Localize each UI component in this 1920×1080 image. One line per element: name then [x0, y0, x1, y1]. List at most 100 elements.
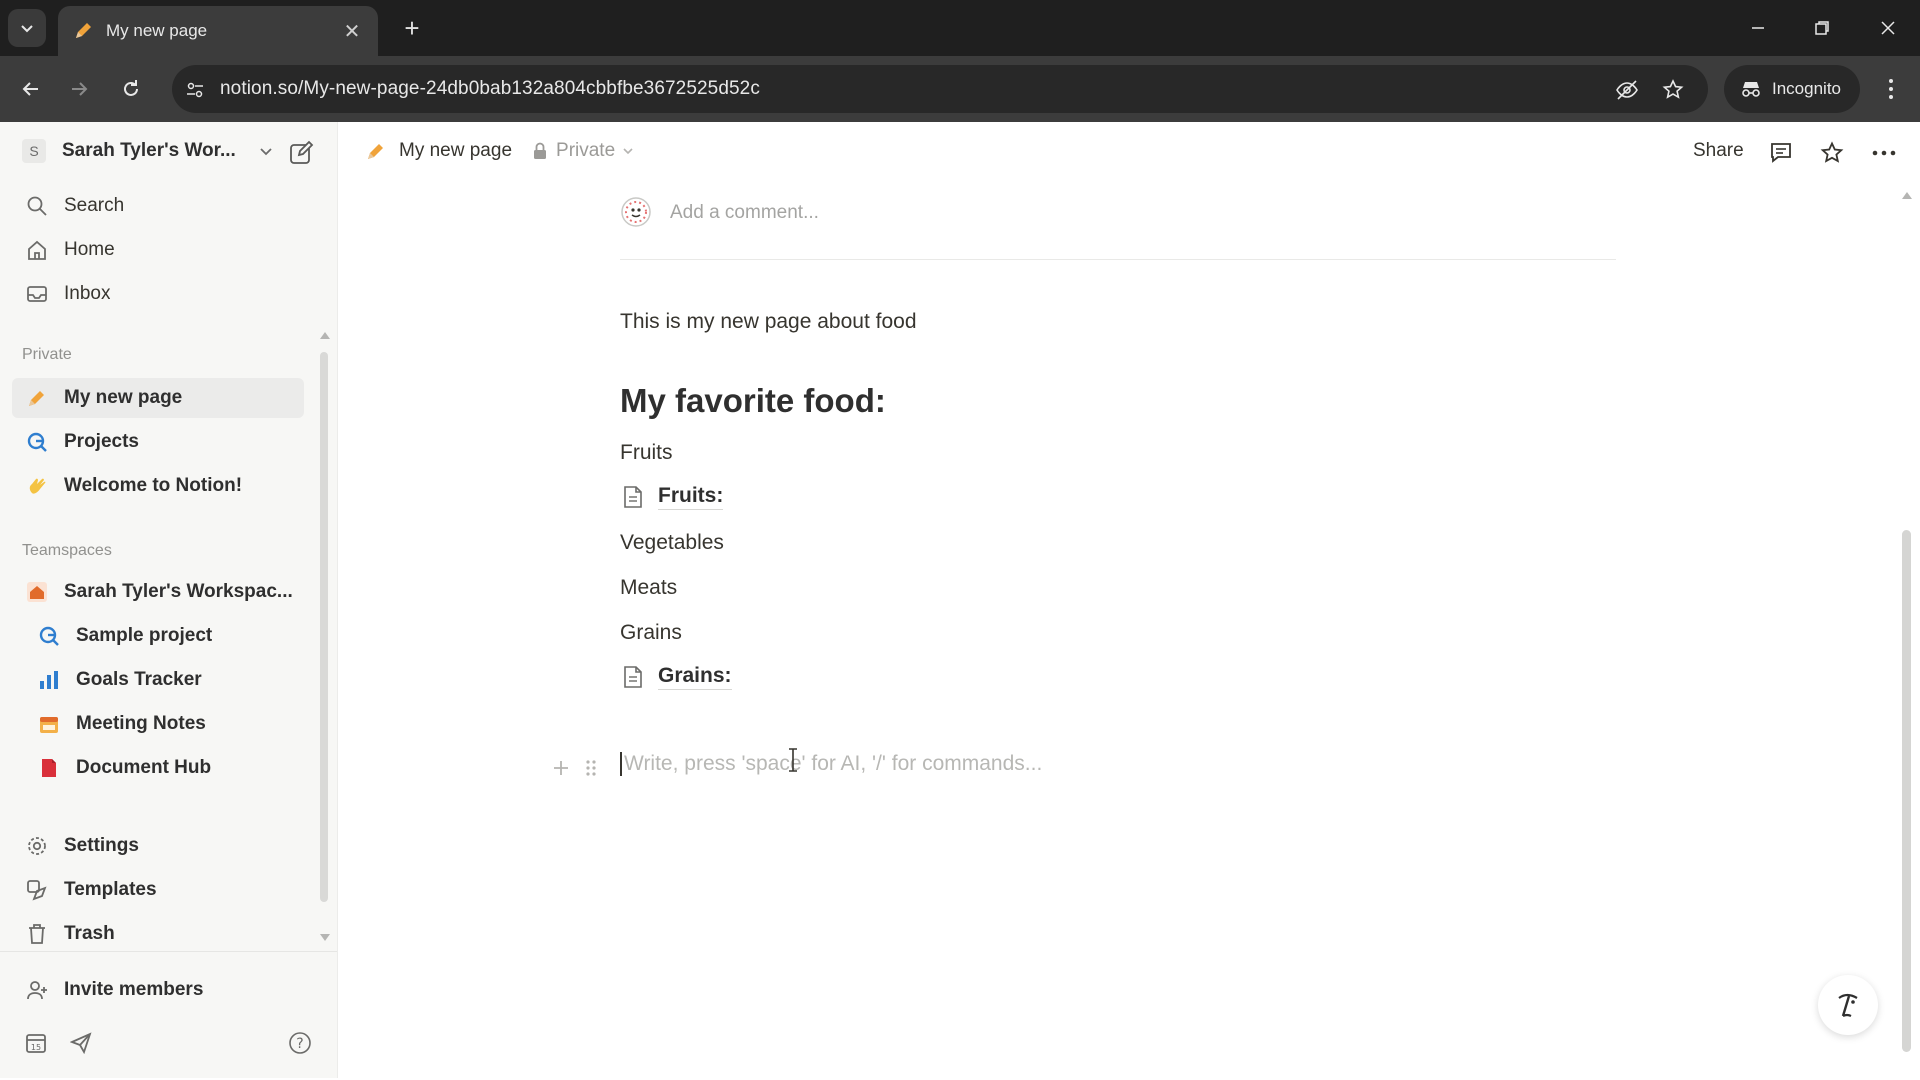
page-scroll-up[interactable]	[1902, 192, 1912, 199]
back-button[interactable]	[14, 72, 48, 106]
page-scrollbar[interactable]	[1902, 530, 1911, 1052]
more-horizontal-icon	[1872, 150, 1896, 156]
sidebar-item-home[interactable]: Home	[12, 230, 304, 270]
page-link-title: Fruits:	[658, 484, 724, 510]
text-block-meats[interactable]: Meats	[620, 576, 677, 600]
comment-input-placeholder[interactable]: Add a comment...	[670, 202, 819, 224]
close-window-button[interactable]	[1870, 10, 1906, 46]
empty-text-block[interactable]: Write, press 'space' for AI, '/' for com…	[620, 752, 1042, 776]
more-vertical-icon	[1889, 79, 1893, 99]
incognito-button[interactable]: Incognito	[1724, 65, 1860, 113]
restore-button[interactable]	[1804, 10, 1840, 46]
browser-tab-bar: My new page ✕ +	[0, 0, 1920, 56]
sidebar-item-inbox[interactable]: Inbox	[12, 274, 304, 314]
sidebar-item-label: Sarah Tyler's Workspac...	[64, 581, 293, 602]
more-options-button[interactable]	[1869, 138, 1899, 168]
browser-tab[interactable]: My new page ✕	[58, 6, 378, 56]
forward-button[interactable]	[62, 72, 96, 106]
browser-menu-button[interactable]	[1876, 72, 1906, 106]
notion-ai-button[interactable]	[1818, 975, 1878, 1035]
sidebar-item-sample-project[interactable]: Sample project	[12, 616, 304, 656]
new-tab-button[interactable]: +	[396, 12, 428, 44]
mail-app-button[interactable]	[66, 1028, 96, 1058]
user-avatar-icon	[621, 197, 651, 227]
intro-paragraph[interactable]: This is my new page about food	[620, 310, 917, 334]
wave-emoji-icon	[24, 473, 50, 499]
sidebar-item-label: Inbox	[64, 283, 111, 304]
drag-handle-icon	[586, 760, 596, 776]
workspace-avatar: S	[22, 139, 46, 163]
chevron-down-icon	[260, 148, 272, 156]
sidebar-item-label: My new page	[64, 387, 183, 408]
reload-button[interactable]	[114, 72, 148, 106]
text-block-grains[interactable]: Grains	[620, 621, 682, 645]
site-info-icon[interactable]	[182, 77, 208, 103]
page-icon	[620, 664, 646, 690]
pencil-emoji-icon	[368, 144, 383, 159]
sidebar-item-templates[interactable]: Templates	[12, 870, 304, 910]
privacy-label: Private	[556, 140, 616, 161]
tab-search-button[interactable]	[8, 9, 46, 47]
sidebar-divider	[0, 951, 337, 952]
incognito-icon	[1742, 82, 1760, 97]
eye-off-icon[interactable]	[1614, 77, 1640, 103]
pencil-emoji-icon	[24, 385, 50, 411]
close-icon	[1881, 21, 1895, 35]
sidebar-item-my-new-page[interactable]: My new page	[12, 378, 304, 418]
gear-icon	[24, 833, 50, 859]
add-comment-row[interactable]: Add a comment...	[620, 196, 1616, 260]
calendar-icon	[36, 711, 62, 737]
restore-icon	[1815, 21, 1829, 35]
comment-icon	[1771, 143, 1791, 163]
drag-handle[interactable]	[579, 756, 603, 780]
svg-text:15: 15	[31, 1043, 41, 1052]
sidebar-item-label: Search	[64, 195, 125, 216]
sidebar-item-projects[interactable]: Projects	[12, 422, 304, 462]
sidebar-item-search[interactable]: Search	[12, 186, 304, 226]
sidebar-scroll-up[interactable]	[320, 332, 330, 339]
page-link-grains[interactable]: Grains:	[620, 664, 732, 690]
minimize-button[interactable]	[1740, 10, 1776, 46]
text-block-fruits[interactable]: Fruits	[620, 441, 673, 465]
sidebar-item-settings[interactable]: Settings	[12, 826, 304, 866]
sidebar-item-label: Meeting Notes	[76, 713, 206, 734]
sidebar-item-welcome[interactable]: Welcome to Notion!	[12, 466, 304, 506]
text-block-vegetables[interactable]: Vegetables	[620, 531, 724, 555]
incognito-label: Incognito	[1772, 79, 1841, 98]
sidebar-item-label: Projects	[64, 431, 139, 452]
lock-icon	[534, 142, 547, 159]
workspace-switcher[interactable]: S Sarah Tyler's Wor...	[12, 130, 322, 172]
add-block-button[interactable]	[549, 756, 573, 780]
projects-icon	[36, 623, 62, 649]
invite-members-button[interactable]: Invite members	[12, 970, 304, 1010]
close-tab-icon[interactable]: ✕	[340, 19, 364, 44]
projects-icon	[24, 429, 50, 455]
bookmark-star-icon[interactable]	[1660, 77, 1686, 103]
share-button[interactable]: Share	[1693, 140, 1744, 162]
sidebar-item-document-hub[interactable]: Document Hub	[12, 748, 304, 788]
search-icon	[24, 193, 50, 219]
sidebar-item-goals-tracker[interactable]: Goals Tracker	[12, 660, 304, 700]
privacy-dropdown[interactable]: Private	[532, 140, 635, 162]
breadcrumb-page-title[interactable]: My new page	[399, 140, 512, 162]
sidebar-item-meeting-notes[interactable]: Meeting Notes	[12, 704, 304, 744]
sidebar-item-teamspace[interactable]: Sarah Tyler's Workspac...	[12, 572, 304, 612]
favorite-button[interactable]	[1817, 138, 1847, 168]
sidebar-scrollbar[interactable]	[320, 352, 328, 902]
help-button[interactable]: ?	[285, 1028, 315, 1058]
sidebar-item-trash[interactable]: Trash	[12, 914, 304, 954]
comments-button[interactable]	[1766, 138, 1796, 168]
heading-favorite-food[interactable]: My favorite food:	[620, 382, 886, 420]
compose-icon	[290, 140, 314, 164]
sidebar-item-label: Goals Tracker	[76, 669, 202, 690]
sidebar-item-label: Invite members	[64, 979, 204, 1000]
sidebar-scroll-down[interactable]	[320, 934, 330, 941]
sidebar-item-label: Trash	[64, 923, 115, 944]
page-link-fruits[interactable]: Fruits:	[620, 484, 724, 510]
question-circle-icon: ?	[289, 1032, 311, 1054]
trash-icon	[24, 921, 50, 947]
address-bar[interactable]: notion.so/My-new-page-24db0bab132a804cbb…	[172, 65, 1708, 113]
new-page-button[interactable]	[288, 140, 314, 171]
star-icon	[1820, 141, 1844, 163]
calendar-app-button[interactable]: 15	[21, 1028, 51, 1058]
